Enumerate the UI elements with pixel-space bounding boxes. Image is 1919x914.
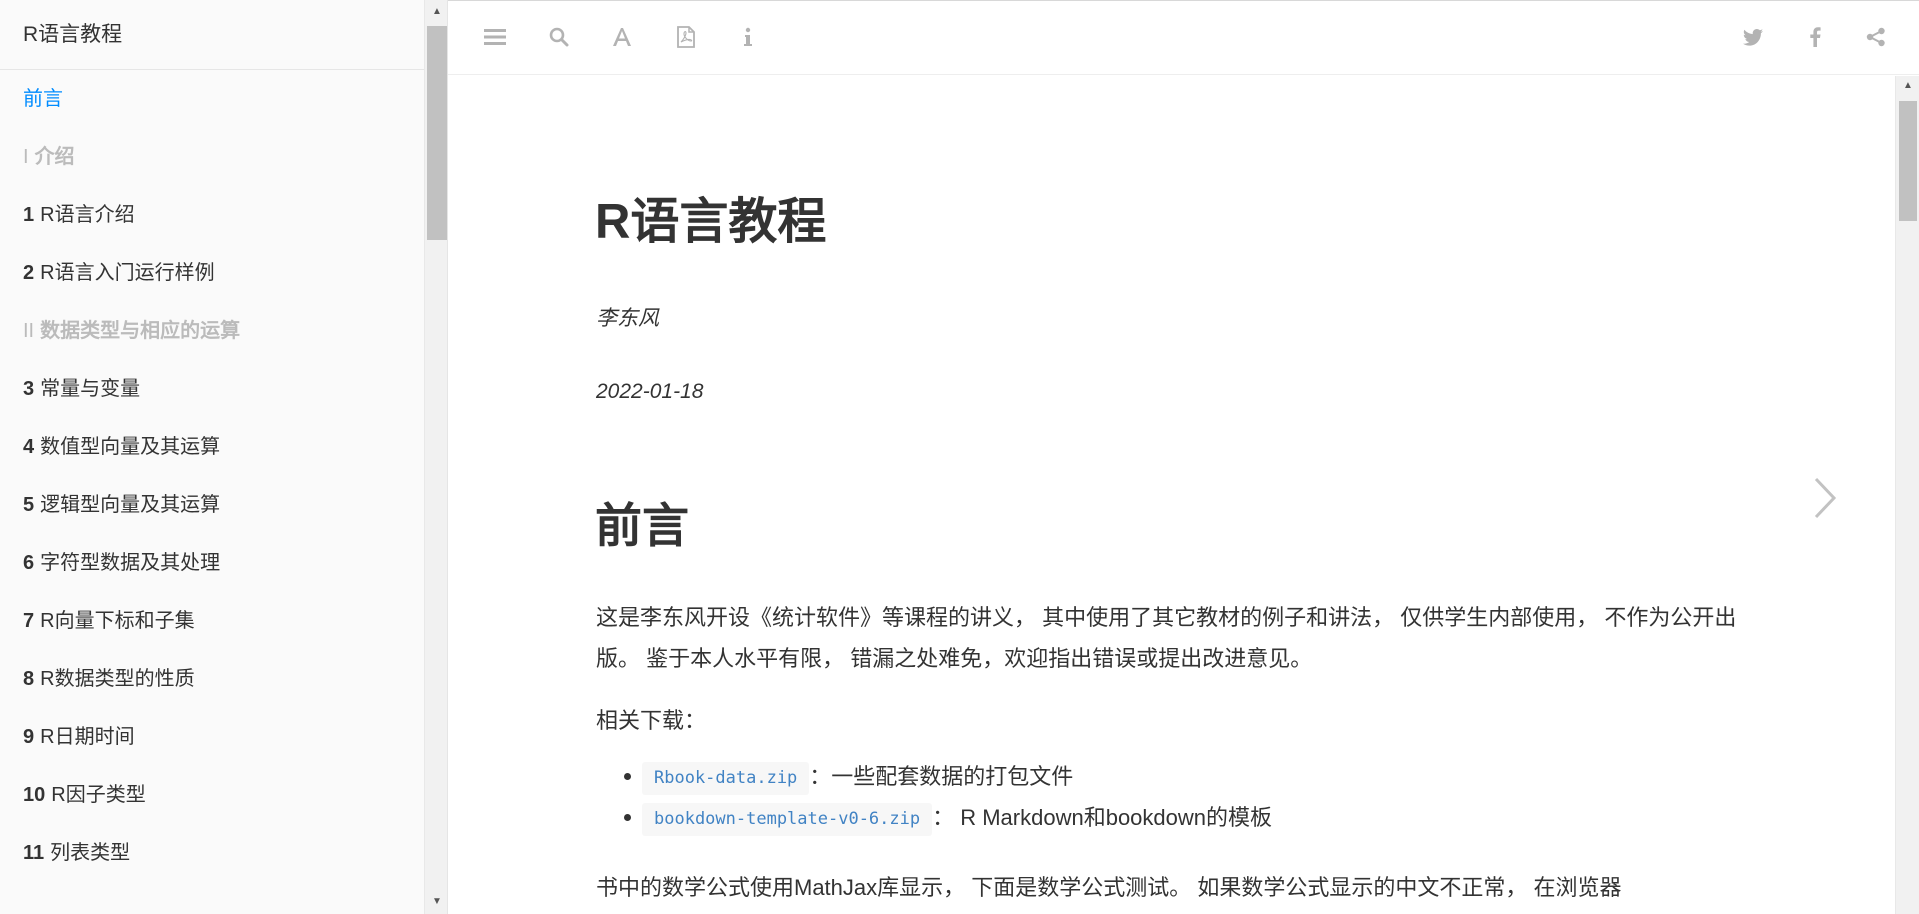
toc-item-number: 8 [23,668,35,690]
toc-part-number: II [23,320,35,342]
toc-item-number: 11 [23,842,45,864]
main-area: R语言教程 李东风 2022-01-18 前言 这是李东风开设《统计软件》等课程… [448,0,1919,914]
toc-item-number: 3 [23,378,35,400]
sidebar: R语言教程 前言 I 介绍 1 R语言介绍 2 R语言入门运行样例 II 数据类型与相应… [0,0,448,914]
toc-item-number: 1 [23,204,35,226]
toc-item-preface[interactable]: 前言 [0,70,424,128]
toc-item-label: 常量与变量 [40,378,141,400]
toolbar [448,0,1919,75]
toc-item-label: R向量下标和子集 [40,610,195,632]
toc-part-label: 介绍 [34,146,75,168]
toc-item-label: R日期时间 [40,726,135,748]
book-title: R语言教程 [595,195,827,249]
content-scrollbar[interactable]: ▲ [1895,76,1919,914]
scroll-down-arrow[interactable]: ▼ [425,892,447,912]
toc-item-chapter-3[interactable]: 3 常量与变量 [0,360,424,418]
font-icon[interactable] [608,23,636,51]
author: 李东风 [596,307,659,330]
toc-item-number: 4 [23,436,35,458]
search-icon[interactable] [545,23,573,51]
download-description: ：一些配套数据的打包文件 [809,764,1074,789]
toc-item-number: 7 [23,610,35,632]
toc-item-label: 逻辑型向量及其运算 [40,494,221,516]
pdf-icon[interactable] [672,23,700,51]
toc-item-chapter-11[interactable]: 11 列表类型 [0,824,424,882]
toc-item-label: 前言 [23,88,63,110]
toc-item-number: 10 [23,784,46,806]
content-scrollbar-thumb[interactable] [1899,101,1917,221]
toc-item-label: 数值型向量及其运算 [40,436,221,458]
toc-part-label: 数据类型与相应的运算 [40,320,241,342]
toc-item-label: 字符型数据及其处理 [40,552,221,574]
toc-item-chapter-7[interactable]: 7 R向量下标和子集 [0,592,424,650]
menu-icon[interactable] [481,23,509,51]
toc-item-number: 5 [23,494,35,516]
toc-item-chapter-8[interactable]: 8 R数据类型的性质 [0,650,424,708]
toc-item-number: 2 [23,262,35,284]
table-of-contents: 前言 I 介绍 1 R语言介绍 2 R语言入门运行样例 II 数据类型与相应的运算 3常… [0,70,424,882]
toc-item-number: 6 [23,552,35,574]
toc-item-chapter-2[interactable]: 2 R语言入门运行样例 [0,244,424,302]
share-icon[interactable] [1862,23,1890,51]
list-item: bookdown-template-v0-6.zip： R Markdown和b… [596,797,1272,838]
toc-item-label: 列表类型 [50,842,131,864]
intro-paragraph: 这是李东风开设《统计软件》等课程的讲义， 其中使用了其它教材的例子和讲法， 仅供… [596,605,1737,671]
section-title: 前言 [595,499,689,552]
downloads-label: 相关下载： [596,708,707,733]
toc-part-number: I [23,146,29,168]
download-description: ： R Markdown和bookdown的模板 [932,805,1273,830]
sidebar-scrollbar[interactable]: ▲ ▼ [424,0,447,914]
toc-item-label: R语言入门运行样例 [40,262,215,284]
math-paragraph: 书中的数学公式使用MathJax库显示， 下面是数学公式测试。 如果数学公式显示… [596,875,1622,900]
toc-item-label: R数据类型的性质 [40,668,195,690]
toc-part-intro: I 介绍 [0,128,424,186]
download-link-rbook-data[interactable]: Rbook-data.zip [642,761,810,795]
download-link-bookdown-template[interactable]: bookdown-template-v0-6.zip [642,802,933,836]
toc-item-label: R因子类型 [51,784,146,806]
list-item: Rbook-data.zip ：一些配套数据的打包文件 [596,756,1272,797]
facebook-icon[interactable] [1801,23,1829,51]
toc-item-label: R语言介绍 [40,204,135,226]
sidebar-title[interactable]: R语言教程 [23,18,122,48]
info-icon[interactable] [734,23,762,51]
publish-date: 2022-01-18 [596,380,704,403]
chevron-right-icon[interactable] [1810,473,1840,523]
page-content: R语言教程 李东风 2022-01-18 前言 这是李东风开设《统计软件》等课程… [448,76,1895,914]
toc-item-chapter-6[interactable]: 6 字符型数据及其处理 [0,534,424,592]
bullet [624,773,631,780]
toc-item-chapter-4[interactable]: 4 数值型向量及其运算 [0,418,424,476]
sidebar-header: R语言教程 [0,0,424,70]
toc-part-data-types: II 数据类型与相应的运算 [0,302,424,360]
app-window: R语言教程 前言 I 介绍 1 R语言介绍 2 R语言入门运行样例 II 数据类型与相应… [0,0,1919,914]
sidebar-scrollbar-thumb[interactable] [427,26,447,240]
toc-item-chapter-9[interactable]: 9 R日期时间 [0,708,424,766]
toc-item-chapter-1[interactable]: 1 R语言介绍 [0,186,424,244]
scroll-up-arrow[interactable]: ▲ [425,2,447,22]
downloads-list: Rbook-data.zip ：一些配套数据的打包文件 bookdown-temp… [596,756,1272,838]
toc-item-number: 9 [23,726,35,748]
toc-item-chapter-10[interactable]: 10 R因子类型 [0,766,424,824]
scroll-up-arrow[interactable]: ▲ [1896,76,1919,96]
toc-item-chapter-5[interactable]: 5 逻辑型向量及其运算 [0,476,424,534]
twitter-icon[interactable] [1739,23,1767,51]
bullet [624,814,631,821]
